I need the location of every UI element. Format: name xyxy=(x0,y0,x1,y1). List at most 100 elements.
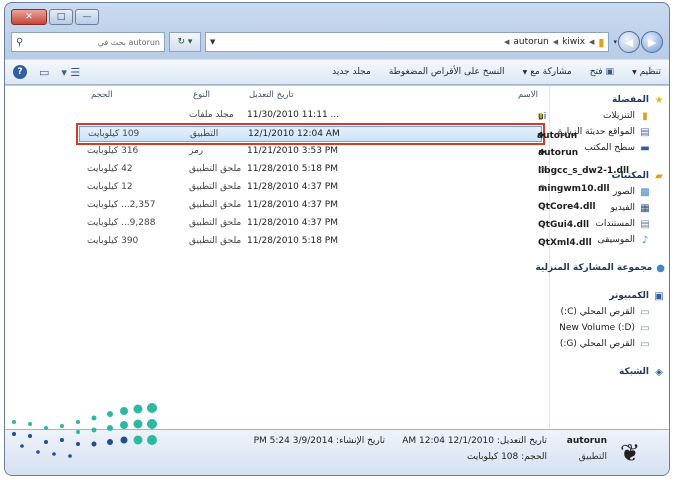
arrow-left-icon: ◀ xyxy=(624,35,634,49)
file-type: ملحق التطبيق xyxy=(189,182,242,192)
file-row-qtcore4[interactable]: ⚙ QtCore4.dll 11/28/2010 4:37 PM ملحق الت… xyxy=(79,198,596,214)
homegroup-icon: ● xyxy=(656,262,665,274)
sidebar-item-downloads[interactable]: ▮ التنزيلات xyxy=(550,108,669,124)
details-size: الحجم: 108 كيلوبايت xyxy=(466,452,547,462)
file-row-ui[interactable]: ▮ ui 11/30/2010 11:11 ... مجلد ملفات xyxy=(79,108,546,124)
computer-icon: ▣ xyxy=(654,290,664,302)
recent-pages-icon[interactable]: ▾ xyxy=(613,38,617,46)
sidebar-item-drive-c[interactable]: ▭ القرص المحلي (C:) xyxy=(550,304,669,320)
sidebar-item-computer[interactable]: ▣ الكمبيوتر xyxy=(550,288,669,304)
sidebar-label: التنزيلات xyxy=(603,111,635,121)
file-type: رمز xyxy=(189,146,204,156)
file-date: 11/21/2010 3:53 PM xyxy=(247,146,338,156)
sidebar-label: الكمبيوتر xyxy=(609,291,649,301)
sidebar-label: القرص المحلي (C:) xyxy=(560,307,635,317)
chevron-down-icon: ▼ xyxy=(632,68,637,76)
kiwix-app-icon: ❦ xyxy=(619,439,641,467)
sidebar-label: القرص المحلي (G:) xyxy=(559,339,635,349)
sidebar-item-drive-g[interactable]: ▭ القرص المحلي (G:) xyxy=(550,336,669,352)
chevron-left-icon: ◀ xyxy=(503,38,510,46)
sidebar-item-favorites[interactable]: ★ المفضلة xyxy=(550,92,669,108)
details-created: تاريخ الإنشاء: 3/9/2014 5:24 PM xyxy=(253,436,385,446)
file-size: 9,288... كيلوبايت xyxy=(87,218,156,228)
column-header-size[interactable]: الحجم xyxy=(91,90,113,100)
file-row-libgcc[interactable]: ⚙ libgcc_s_dw2-1.dll 11/28/2010 5:18 PM م… xyxy=(79,162,629,178)
chevron-down-icon[interactable]: ▼ xyxy=(210,38,215,46)
file-name: autorun xyxy=(538,148,579,158)
minimize-button[interactable]: — xyxy=(75,9,99,25)
desktop-icon: ▬ xyxy=(640,142,650,154)
forward-button[interactable]: ◀ xyxy=(618,31,640,53)
breadcrumb-kiwix[interactable]: kiwix xyxy=(562,37,585,47)
sidebar-item-network[interactable]: ◈ الشبكة xyxy=(550,364,669,380)
downloads-folder-icon: ▮ xyxy=(642,110,648,122)
chevron-left-icon: ◀ xyxy=(589,38,595,46)
refresh-button[interactable]: ↻ ▾ xyxy=(169,32,201,52)
search-icon: ⚲ xyxy=(16,36,24,48)
back-button[interactable]: ▶ xyxy=(641,31,663,53)
sidebar-label: المفضلة xyxy=(612,95,649,105)
sidebar-item-drive-d[interactable]: ▭ (D:) New Volume xyxy=(550,320,669,336)
help-icon[interactable]: ? xyxy=(13,65,27,79)
chevron-down-icon: ▼ xyxy=(522,68,528,76)
file-name: autorun xyxy=(537,131,578,141)
column-header-name[interactable]: الاسم xyxy=(518,90,538,100)
new-folder-button[interactable]: مجلد جديد xyxy=(332,67,371,77)
main-area: ★ المفضلة ▮ التنزيلات ▤ المواقع حديثة ال… xyxy=(5,86,669,429)
file-type: ملحق التطبيق xyxy=(189,218,242,228)
videos-icon: ▦ xyxy=(640,202,650,214)
sidebar-label: الصور xyxy=(612,187,635,197)
column-headers: الاسم تاريخ التعديل النوع الحجم xyxy=(5,86,548,106)
file-date: 12/1/2010 12:04 AM xyxy=(248,129,340,139)
column-header-type[interactable]: النوع xyxy=(193,90,210,100)
sidebar-label: (D:) New Volume xyxy=(559,323,635,333)
logo-navy-dots xyxy=(12,432,128,458)
file-name: mingwm10.dll xyxy=(538,184,610,194)
pictures-icon: ▩ xyxy=(640,186,650,198)
logo-teal-dots xyxy=(12,403,157,445)
burn-button[interactable]: النسخ على الأقراص المضغوطة xyxy=(389,67,505,77)
open-button[interactable]: ▣ فتح xyxy=(590,67,614,77)
sidebar-label: الشبكة xyxy=(619,367,649,377)
preview-pane-icon[interactable]: ▭ xyxy=(39,66,49,79)
search-input[interactable]: ⚲ بحث في autorun xyxy=(11,32,165,52)
column-header-date[interactable]: تاريخ التعديل xyxy=(249,90,294,100)
address-row: ⚲ بحث في autorun ↻ ▾ ▼ ◀ autorun ◀ kiwix… xyxy=(11,31,663,53)
file-size: 12 كيلوبايت xyxy=(87,182,133,192)
breadcrumb-autorun[interactable]: autorun xyxy=(513,37,548,47)
details-file-type: التطبيق xyxy=(578,452,607,462)
file-type: مجلد ملفات xyxy=(189,110,234,120)
sidebar-item-homegroup[interactable]: ● مجموعة المشاركة المنزلية xyxy=(535,260,669,276)
details-file-name: autorun xyxy=(566,436,607,446)
file-date: 11/28/2010 4:37 PM xyxy=(247,200,338,210)
file-name: QtXml4.dll xyxy=(538,238,592,248)
organize-button[interactable]: تنظيم ▼ xyxy=(632,67,661,77)
view-options-icon[interactable]: ▾ ☰ xyxy=(61,66,80,79)
address-bar[interactable]: ▼ ◀ autorun ◀ kiwix ◀ ▮ xyxy=(205,32,610,52)
file-name: ui xyxy=(538,112,547,122)
file-type: ملحق التطبيق xyxy=(189,236,242,246)
drive-icon: ▭ xyxy=(640,338,650,350)
file-row-mingwm10[interactable]: ⚙ mingwm10.dll 11/28/2010 4:37 PM ملحق ال… xyxy=(79,180,610,196)
file-row-autorun-ico[interactable]: ❖ autorun 11/21/2010 3:53 PM رمز 316 كيلو… xyxy=(79,144,578,160)
file-size: 109 كيلوبايت xyxy=(88,129,140,139)
chevron-left-icon: ◀ xyxy=(552,38,559,46)
refresh-icon: ↻ ▾ xyxy=(177,37,193,47)
file-type: التطبيق xyxy=(190,129,219,139)
file-row-qtxml4[interactable]: ⚙ QtXml4.dll 11/28/2010 5:18 PM ملحق التط… xyxy=(79,234,592,250)
file-date: 11/28/2010 5:18 PM xyxy=(247,164,338,174)
share-button[interactable]: مشاركة مع ▼ xyxy=(523,67,572,77)
file-row-qtgui4[interactable]: ⚙ QtGui4.dll 11/28/2010 4:37 PM ملحق التط… xyxy=(79,216,589,232)
open-label: فتح xyxy=(589,67,603,77)
sidebar-label: مجموعة المشاركة المنزلية xyxy=(535,263,653,273)
close-button[interactable]: ✕ xyxy=(11,9,47,25)
file-row-autorun-exe[interactable]: ❖ autorun 12/1/2010 12:04 AM التطبيق 109 … xyxy=(76,123,577,145)
folder-icon: ▮ xyxy=(598,35,605,49)
maximize-button[interactable]: □ xyxy=(49,9,73,25)
recent-places-icon: ▤ xyxy=(640,126,650,138)
new-folder-label: مجلد جديد xyxy=(332,67,371,77)
file-name: QtGui4.dll xyxy=(538,220,590,230)
drive-icon: ▭ xyxy=(640,322,650,334)
file-size: 42 كيلوبايت xyxy=(87,164,133,174)
sidebar-label: المستندات xyxy=(595,219,635,229)
